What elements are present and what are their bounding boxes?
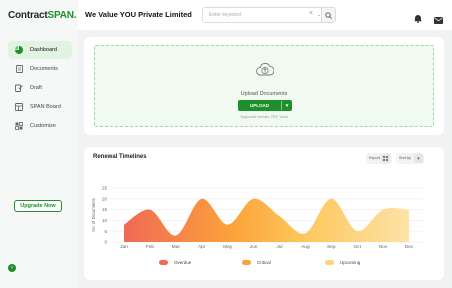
search-input[interactable]: Enter keyword <box>209 12 241 18</box>
x-tick-label: Aug <box>301 244 310 250</box>
board-icon <box>15 103 23 111</box>
chevron-down-icon[interactable]: ▾ <box>282 103 292 109</box>
y-tick-label: 20 <box>102 196 108 201</box>
sidebar-item-draft[interactable]: Draft <box>8 79 72 97</box>
upload-title: Upload Documents <box>240 91 288 97</box>
sidebar-item-dashboard[interactable]: Dashboard <box>8 41 72 59</box>
search-box[interactable]: Enter keyword × ⌄ <box>202 7 336 23</box>
upgrade-now-button[interactable]: Upgrade Now <box>14 200 62 212</box>
sidebar-item-label: Documents <box>30 66 58 72</box>
legend-swatch <box>242 260 251 265</box>
x-tick-label: Dec <box>405 244 414 250</box>
y-tick-label: 15 <box>102 207 108 212</box>
dashboard-icon <box>15 46 23 54</box>
top-bar: We Value YOU Private Limited Enter keywo… <box>78 0 452 30</box>
x-tick-label: Sep <box>327 244 336 250</box>
legend-swatch <box>325 260 334 265</box>
y-tick-label: 0 <box>104 240 107 245</box>
y-axis-label: No. of Documents <box>91 198 96 232</box>
y-tick-label: 5 <box>104 229 107 234</box>
document-icon <box>15 65 23 73</box>
x-tick-label: May <box>223 244 233 250</box>
x-tick-label: Mar <box>172 244 181 250</box>
x-tick-label: Jun <box>250 244 258 250</box>
legend-label: Overdue <box>174 260 192 265</box>
search-icon <box>325 11 332 19</box>
sidebar: ContractSPAN. Dashboard Documents Draft … <box>0 0 78 288</box>
upload-button-label: UPLOAD <box>250 103 269 108</box>
customize-icon <box>15 122 23 130</box>
renewal-chart: 0 5 10 15 20 25 No. of Documents Jan Feb Mar Apr Ma… <box>91 186 423 250</box>
renewal-timelines-card: Renewal Timelines Export Sort by ▾ 0 5 10 1… <box>84 147 444 280</box>
sidebar-item-label: Dashboard <box>30 47 57 53</box>
legend-item-upcoming[interactable]: Upcoming <box>325 260 360 265</box>
legend-item-critical[interactable]: Critical <box>242 260 271 265</box>
sidebar-item-documents[interactable]: Documents <box>8 60 72 78</box>
legend-label: Critical <box>257 260 271 265</box>
y-tick-label: 25 <box>102 186 108 191</box>
upload-dropzone[interactable]: Upload Documents UPLOAD ▾ Supported form… <box>94 45 434 127</box>
x-tick-label: Oct <box>353 244 361 250</box>
legend-label: Upcoming <box>340 260 361 265</box>
app-logo[interactable]: ContractSPAN. <box>8 10 77 21</box>
sidebar-item-label: Draft <box>30 85 42 91</box>
cloud-upload-icon <box>256 59 275 84</box>
search-button[interactable] <box>321 8 335 22</box>
sidebar-item-customize[interactable]: Customize <box>8 117 72 135</box>
collapse-sidebar-icon[interactable]: ‹ <box>8 264 16 272</box>
upload-card: Upload Documents UPLOAD ▾ Supported form… <box>84 37 444 135</box>
x-tick-label: Jul <box>276 244 282 250</box>
supported-formats-text: Supported formats: PDF, Word <box>240 115 288 119</box>
bell-icon[interactable] <box>414 10 422 28</box>
mail-icon[interactable] <box>434 11 443 29</box>
sidebar-item-label: Customize <box>30 123 56 129</box>
legend-item-overdue[interactable]: Overdue <box>159 260 191 265</box>
sidebar-item-label: SPAN Board <box>30 104 61 110</box>
sidebar-item-span-board[interactable]: SPAN Board <box>8 98 72 116</box>
upload-button[interactable]: UPLOAD ▾ <box>238 100 292 111</box>
y-tick-label: 10 <box>102 218 108 223</box>
company-name: We Value YOU Private Limited <box>85 10 192 19</box>
draft-icon <box>15 84 23 92</box>
clear-icon[interactable]: × <box>309 10 313 17</box>
x-tick-label: Jan <box>120 244 128 250</box>
x-tick-label: Apr <box>198 244 206 250</box>
x-tick-label: Feb <box>146 244 155 250</box>
x-tick-label: Nov <box>379 244 388 250</box>
legend-swatch <box>159 260 168 265</box>
